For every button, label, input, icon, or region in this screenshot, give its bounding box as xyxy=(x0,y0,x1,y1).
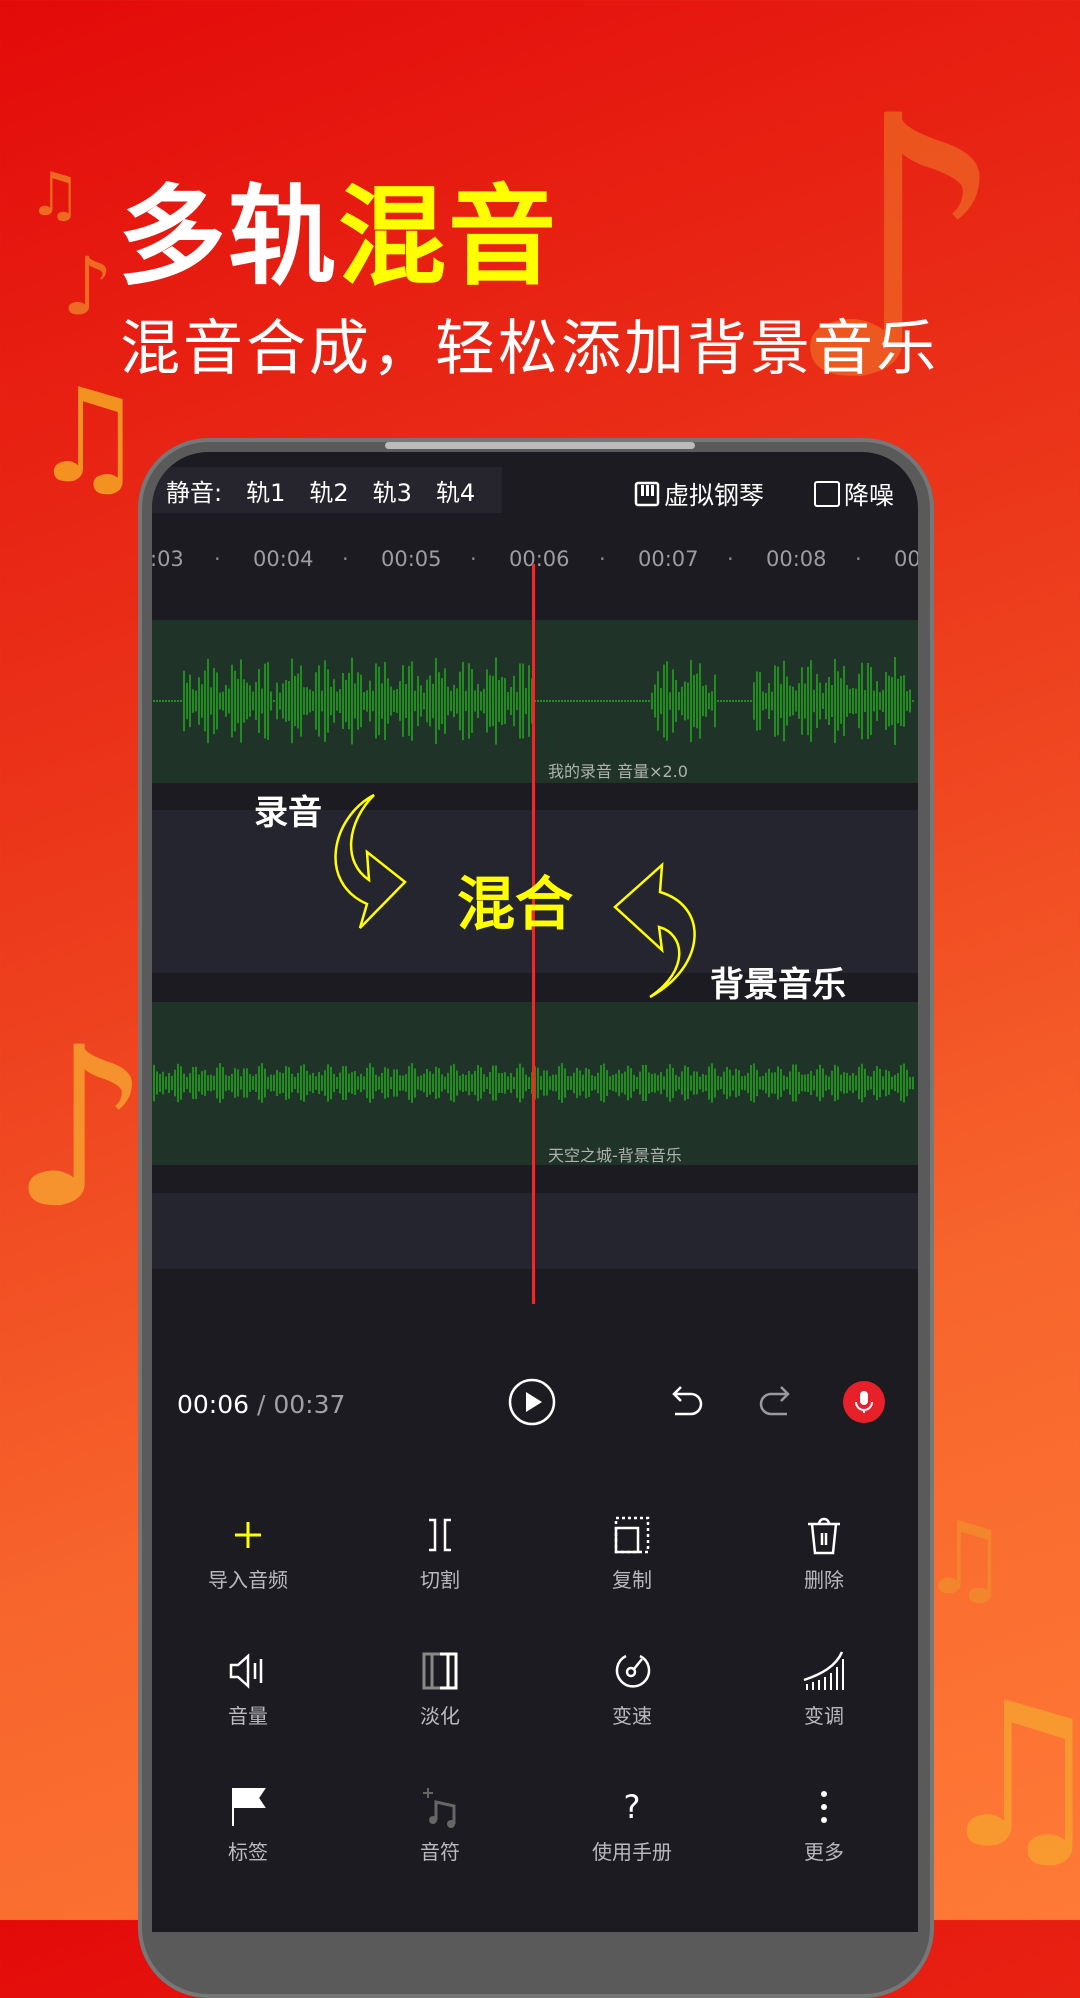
ruler-tick: 00:06 xyxy=(509,547,570,571)
tool-label: 音符 xyxy=(420,1840,460,1864)
pitch-icon xyxy=(803,1651,844,1690)
ruler-dot: · xyxy=(855,547,862,571)
tool-label: 变调 xyxy=(804,1704,844,1728)
cut-icon xyxy=(429,1518,451,1552)
track-empty-4[interactable] xyxy=(152,1193,918,1269)
tool-label: 复制 xyxy=(612,1568,652,1592)
tool-delete[interactable]: 删除 xyxy=(728,1512,918,1593)
annotation-recording: 录音 xyxy=(254,793,322,833)
tool-label: 音量 xyxy=(228,1704,268,1728)
tool-more[interactable]: 更多 xyxy=(728,1784,918,1865)
trash-icon xyxy=(808,1517,840,1555)
mute-track-2[interactable]: 轨2 xyxy=(309,473,348,508)
denoise-label: 降噪 xyxy=(844,481,895,510)
piano-icon xyxy=(634,481,660,507)
checkbox-icon[interactable] xyxy=(814,481,840,507)
more-icon xyxy=(821,1791,827,1823)
music-note-decoration-icon: ♪ xyxy=(780,40,1010,459)
ruler-tick: 00:08 xyxy=(766,547,827,571)
record-button[interactable] xyxy=(842,1380,886,1424)
ruler-dot: · xyxy=(727,547,734,571)
tool-label: 导入音频 xyxy=(208,1568,288,1592)
undo-button[interactable] xyxy=(667,1382,707,1422)
ruler-tick: 00:04 xyxy=(253,547,314,571)
ruler-dot: · xyxy=(214,547,221,571)
track-recording[interactable]: 我的录音 音量×2.0 xyxy=(152,620,918,783)
annotation-bgm: 背景音乐 xyxy=(710,965,846,1005)
headline-highlight: 混音 xyxy=(338,175,559,300)
annotation-mix: 混合 xyxy=(457,870,574,938)
tool-label: 更多 xyxy=(804,1840,844,1864)
headline-white: 多轨 xyxy=(118,175,339,300)
ruler-dot: · xyxy=(470,547,477,571)
play-button[interactable] xyxy=(507,1377,557,1427)
tool-cut[interactable]: 切割 xyxy=(344,1512,536,1593)
phone-speaker xyxy=(385,442,695,449)
ruler-tick: 00:05 xyxy=(381,547,442,571)
fade-icon xyxy=(422,1652,458,1690)
volume-icon xyxy=(229,1653,263,1689)
ruler-dot: · xyxy=(342,547,349,571)
speed-icon xyxy=(615,1654,651,1688)
ruler-dot: · xyxy=(599,547,606,571)
denoise-toggle[interactable]: 降噪 xyxy=(814,476,894,512)
mute-bar: 静音: 轨1 轨2 轨3 轨4 xyxy=(152,467,502,513)
plus-icon xyxy=(235,1522,261,1548)
tool-speed[interactable]: 变速 xyxy=(536,1648,728,1729)
headline: 多轨混音 xyxy=(118,150,558,306)
time-separator: / xyxy=(249,1390,274,1419)
help-icon: ? xyxy=(623,1788,641,1826)
virtual-piano-button[interactable]: 虚拟钢琴 xyxy=(634,476,764,512)
tool-marker[interactable]: 标签 xyxy=(152,1784,344,1865)
tool-import-audio[interactable]: 导入音频 xyxy=(152,1512,344,1593)
tool-label: 变速 xyxy=(612,1704,652,1728)
music-note-decoration-icon: ♪ xyxy=(62,240,114,333)
tool-label: 淡化 xyxy=(420,1704,460,1728)
tool-label: 删除 xyxy=(804,1568,844,1592)
tool-label: 标签 xyxy=(228,1840,268,1864)
tool-label: 使用手册 xyxy=(592,1840,672,1864)
tool-copy[interactable]: 复制 xyxy=(536,1512,728,1593)
timeline-ruler[interactable]: :03 · 00:04 · 00:05 · 00:06 · 00:07 · 00… xyxy=(152,547,918,587)
music-note-icon xyxy=(423,1788,456,1828)
ruler-tick: 00 xyxy=(894,547,918,571)
music-note-decoration-icon: ♫ xyxy=(28,160,82,230)
redo-button[interactable] xyxy=(755,1382,795,1422)
tool-fade[interactable]: 淡化 xyxy=(344,1648,536,1729)
playback-time: 00:06 / 00:37 xyxy=(177,1390,345,1419)
track-label: 我的录音 音量×2.0 xyxy=(548,762,688,781)
tool-pitch[interactable]: 变调 xyxy=(728,1648,918,1729)
tool-note[interactable]: 音符 xyxy=(344,1784,536,1865)
waveform-bgm xyxy=(153,1063,914,1103)
tool-label: 切割 xyxy=(420,1568,460,1592)
mute-label: 静音: xyxy=(166,478,223,507)
ruler-tick: :03 xyxy=(152,547,184,571)
mute-track-1[interactable]: 轨1 xyxy=(246,473,285,508)
track-bgm[interactable]: 天空之城-背景音乐 xyxy=(152,1002,918,1165)
tool-volume[interactable]: 音量 xyxy=(152,1648,344,1729)
subtitle: 混音合成，轻松添加背景音乐 xyxy=(120,314,939,384)
current-time: 00:06 xyxy=(177,1390,250,1419)
curved-arrow-right-icon xyxy=(334,793,407,929)
copy-icon xyxy=(614,1516,650,1554)
total-time: 00:37 xyxy=(273,1390,346,1419)
music-note-decoration-icon: ♫ xyxy=(930,1660,1080,1893)
virtual-piano-label: 虚拟钢琴 xyxy=(664,481,765,510)
mute-track-4[interactable]: 轨4 xyxy=(436,473,475,508)
music-note-decoration-icon: ♪ xyxy=(10,1000,151,1256)
ruler-tick: 00:07 xyxy=(638,547,699,571)
app-screen: 静音: 轨1 轨2 轨3 轨4 虚拟钢琴 降噪 :03 · 00:04 · 00… xyxy=(152,452,918,1932)
mute-track-3[interactable]: 轨3 xyxy=(373,473,412,508)
curved-arrow-left-icon xyxy=(613,862,696,999)
flag-icon xyxy=(232,1788,266,1826)
waveform-recording xyxy=(153,657,914,745)
tool-manual[interactable]: ? 使用手册 xyxy=(536,1784,728,1865)
track-label: 天空之城-背景音乐 xyxy=(548,1146,682,1165)
